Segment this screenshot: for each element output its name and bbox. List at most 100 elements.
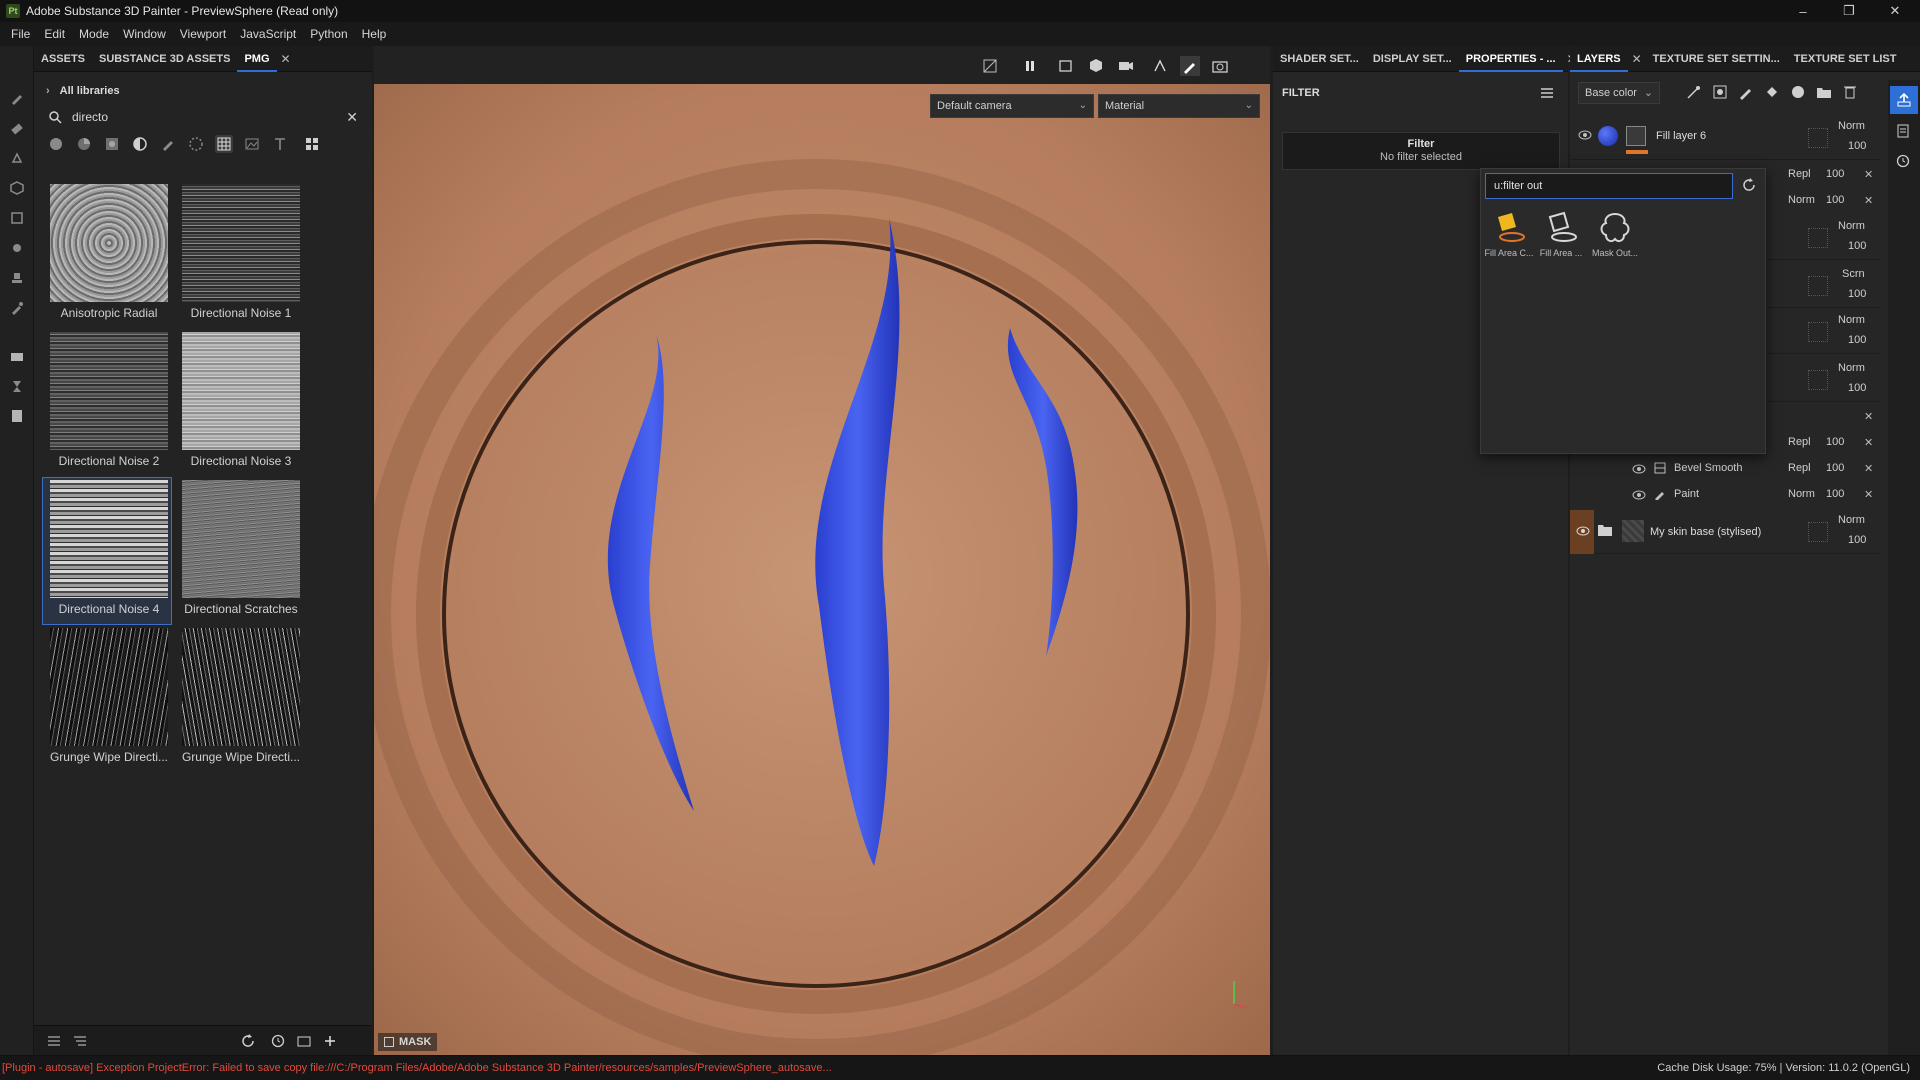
- layer-opacity[interactable]: 100: [1826, 436, 1844, 448]
- refresh-icon[interactable]: [240, 1033, 256, 1049]
- eraser-icon[interactable]: [7, 118, 27, 138]
- brush-filter-icon[interactable]: [159, 135, 177, 153]
- channel-view-select[interactable]: Material ⌄: [1098, 94, 1260, 118]
- layer-opacity[interactable]: 100: [1826, 194, 1844, 206]
- layer-mask-slot[interactable]: [1808, 228, 1828, 248]
- smart-mask-filter-icon[interactable]: [103, 135, 121, 153]
- remove-effect-icon[interactable]: ✕: [1864, 194, 1873, 207]
- mask-toggle[interactable]: MASK: [378, 1033, 438, 1051]
- add-fill-layer-icon[interactable]: [1764, 84, 1780, 100]
- layer-opacity[interactable]: 100: [1826, 488, 1844, 500]
- tab-layers[interactable]: LAYERS: [1570, 46, 1628, 72]
- asset-tile[interactable]: Directional Noise 1: [175, 182, 303, 328]
- color-picker-icon[interactable]: [7, 298, 27, 318]
- menu-viewport[interactable]: Viewport: [173, 27, 233, 41]
- layer-opacity[interactable]: 100: [1848, 288, 1866, 300]
- paint-mode-icon[interactable]: [1180, 56, 1200, 76]
- tab-properties[interactable]: PROPERTIES - ...: [1458, 46, 1563, 72]
- blend-mode[interactable]: Norm: [1838, 220, 1865, 232]
- asset-tile[interactable]: Directional Noise 2: [43, 330, 171, 476]
- sort-icon[interactable]: [72, 1033, 88, 1049]
- delete-layer-icon[interactable]: [1842, 84, 1858, 100]
- layer-mask-slot[interactable]: [1808, 522, 1828, 542]
- screenshot-camera-icon[interactable]: [1210, 56, 1230, 76]
- tab-shader-settings[interactable]: SHADER SET...: [1273, 46, 1366, 72]
- menu-javascript[interactable]: JavaScript: [233, 27, 303, 41]
- layer-mask-slot[interactable]: [1808, 322, 1828, 342]
- blend-mode[interactable]: Norm: [1788, 488, 1815, 500]
- blend-mode[interactable]: Norm: [1838, 362, 1865, 374]
- tab-pmg[interactable]: PMG: [237, 46, 277, 72]
- asset-tile[interactable]: Grunge Wipe Directi...: [43, 626, 171, 772]
- minimize-button[interactable]: –: [1780, 0, 1826, 22]
- close-tab-icon[interactable]: ✕: [1628, 52, 1646, 66]
- popup-search-input[interactable]: u:filter out: [1485, 173, 1733, 199]
- 2d-view-icon[interactable]: [1056, 56, 1076, 76]
- mask-checkbox[interactable]: [384, 1037, 394, 1047]
- log-icon[interactable]: [7, 406, 27, 426]
- camera-mode-icon[interactable]: [1116, 56, 1136, 76]
- refresh-icon[interactable]: [1741, 177, 1757, 193]
- layer-mask-slot[interactable]: [1808, 370, 1828, 390]
- maximize-button[interactable]: ❐: [1826, 0, 1872, 22]
- tab-texture-set-list[interactable]: TEXTURE SET LIST: [1787, 46, 1904, 72]
- pause-icon[interactable]: [1020, 56, 1040, 76]
- channel-select[interactable]: Base color ⌄: [1578, 82, 1660, 104]
- new-folder-icon[interactable]: [296, 1033, 312, 1049]
- layer-opacity[interactable]: 100: [1848, 140, 1866, 152]
- layer-row[interactable]: Fill layer 6 Norm 100: [1570, 116, 1880, 160]
- tab-display-settings[interactable]: DISPLAY SET...: [1366, 46, 1459, 72]
- remove-effect-icon[interactable]: ✕: [1864, 410, 1873, 423]
- menu-help[interactable]: Help: [355, 27, 394, 41]
- layer-mask-slot[interactable]: [1808, 128, 1828, 148]
- tab-texture-set-settings[interactable]: TEXTURE SET SETTIN...: [1646, 46, 1787, 72]
- eye-icon[interactable]: [1632, 464, 1646, 474]
- tab-substance-3d-assets[interactable]: SUBSTANCE 3D ASSETS: [92, 46, 237, 72]
- layer-opacity[interactable]: 100: [1826, 462, 1844, 474]
- smart-material-filter-icon[interactable]: [75, 135, 93, 153]
- asset-tile[interactable]: Directional Scratches: [175, 478, 303, 624]
- blend-mode[interactable]: Norm: [1838, 120, 1865, 132]
- add-icon[interactable]: [322, 1033, 338, 1049]
- menu-window[interactable]: Window: [116, 27, 173, 41]
- measure-icon[interactable]: [7, 376, 27, 396]
- layer-opacity[interactable]: 100: [1848, 334, 1866, 346]
- add-folder-icon[interactable]: [1816, 84, 1832, 100]
- menu-mode[interactable]: Mode: [72, 27, 116, 41]
- remove-effect-icon[interactable]: ✕: [1864, 436, 1873, 449]
- eye-icon[interactable]: [1576, 526, 1590, 536]
- library-selector[interactable]: › All libraries: [34, 78, 372, 104]
- mask-thumbnail[interactable]: [1626, 126, 1646, 146]
- clone-stamp-icon[interactable]: [7, 268, 27, 288]
- list-settings-icon[interactable]: [46, 1033, 62, 1049]
- layer-opacity[interactable]: 100: [1848, 240, 1866, 252]
- layer-opacity[interactable]: 100: [1848, 534, 1866, 546]
- popup-filter-item[interactable]: Fill Area C...: [1483, 209, 1535, 258]
- effect-row[interactable]: Bevel Smooth Repl 100 ✕: [1570, 458, 1880, 480]
- filter-type-icon[interactable]: [131, 135, 149, 153]
- search-input[interactable]: directo: [72, 110, 346, 124]
- material-filter-icon[interactable]: [47, 135, 65, 153]
- asset-tile[interactable]: Grunge Wipe Directi...: [175, 626, 303, 772]
- grid-view-icon[interactable]: [303, 135, 321, 153]
- add-smart-material-icon[interactable]: [1790, 84, 1806, 100]
- 3d-viewport[interactable]: Default camera ⌄ Material ⌄ MASK: [374, 46, 1270, 1055]
- geometry-fill-icon[interactable]: [7, 178, 27, 198]
- projection-icon[interactable]: [7, 148, 27, 168]
- filter-picker[interactable]: Filter No filter selected: [1282, 132, 1560, 170]
- layer-mask-slot[interactable]: [1808, 276, 1828, 296]
- eye-icon[interactable]: [1632, 490, 1646, 500]
- section-menu-icon[interactable]: [1540, 87, 1554, 99]
- smudge-icon[interactable]: [7, 238, 27, 258]
- symmetry-icon[interactable]: [1150, 56, 1170, 76]
- camera-select[interactable]: Default camera ⌄: [930, 94, 1094, 118]
- polygon-fill-icon[interactable]: [7, 208, 27, 228]
- asset-tile[interactable]: Anisotropic Radial: [43, 182, 171, 328]
- popup-filter-item[interactable]: Fill Area ...: [1535, 209, 1587, 258]
- generator-filter-icon[interactable]: [187, 135, 205, 153]
- blend-mode[interactable]: Repl: [1788, 436, 1811, 448]
- add-effect-icon[interactable]: [1686, 84, 1702, 100]
- close-tab-icon[interactable]: ✕: [277, 52, 295, 66]
- menu-file[interactable]: File: [4, 27, 37, 41]
- procedural-filter-icon[interactable]: [215, 135, 233, 153]
